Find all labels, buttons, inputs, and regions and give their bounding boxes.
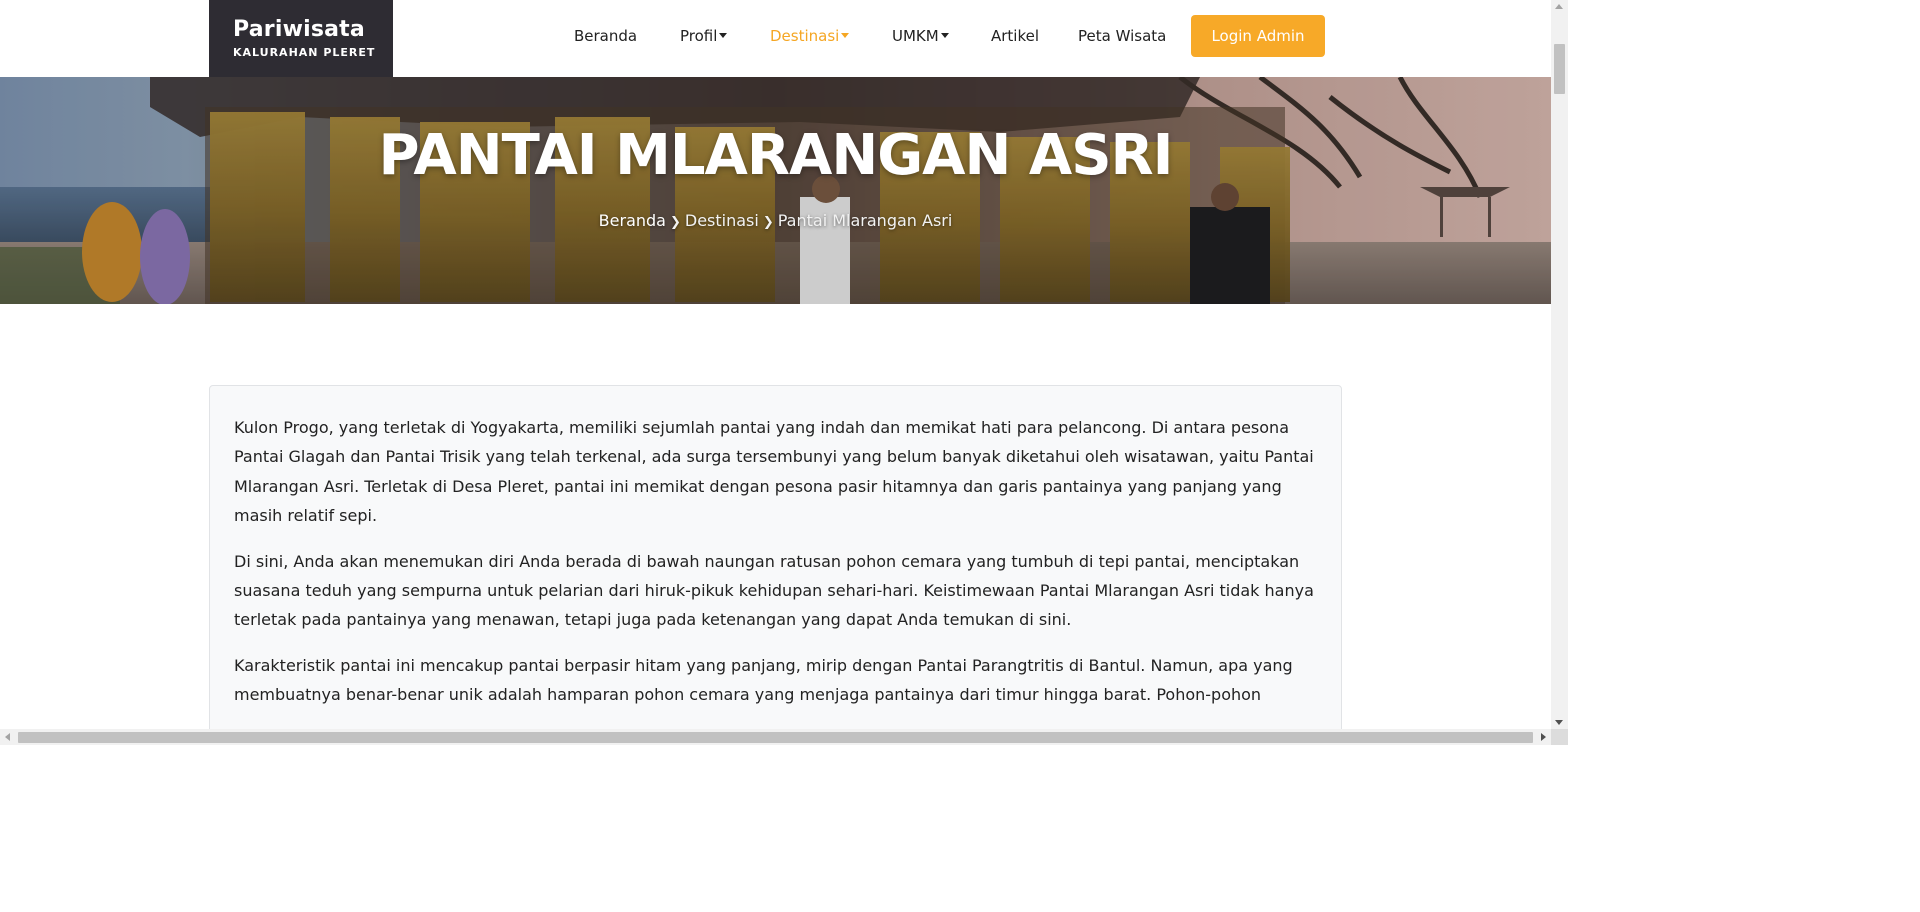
- nav-item-profil-label: Profil: [680, 27, 718, 45]
- nav-item-profil[interactable]: Profil: [680, 27, 728, 45]
- scrollbar-corner: [1551, 729, 1568, 745]
- chevron-right-icon: ❯: [762, 215, 774, 230]
- scroll-left-arrow-icon[interactable]: [5, 733, 10, 741]
- nav-item-peta-wisata[interactable]: Peta Wisata: [1078, 27, 1166, 45]
- hero-background-image: [0, 77, 1551, 304]
- hero-banner: PANTAI MLARANGAN ASRI Beranda ❯ Destinasi ❯…: [0, 77, 1551, 304]
- content-card: Kulon Progo, yang terletak di Yogyakarta…: [209, 385, 1342, 729]
- brand-title: Pariwisata: [233, 17, 365, 42]
- horizontal-scroll-thumb[interactable]: [18, 732, 1533, 743]
- chevron-right-icon: ❯: [669, 215, 681, 230]
- page-title: PANTAI MLARANGAN ASRI: [378, 123, 1173, 188]
- breadcrumb-home[interactable]: Beranda: [599, 211, 666, 230]
- vertical-scrollbar[interactable]: [1551, 0, 1568, 729]
- breadcrumb-section[interactable]: Destinasi: [685, 211, 759, 230]
- brand-subtitle: KALURAHAN PLERET: [233, 46, 376, 59]
- chevron-down-icon: [940, 33, 949, 38]
- nav-item-umkm-label: UMKM: [892, 27, 939, 45]
- brand-logo[interactable]: Pariwisata KALURAHAN PLERET: [209, 0, 393, 77]
- scroll-down-arrow-icon[interactable]: [1555, 720, 1563, 725]
- nav-item-destinasi[interactable]: Destinasi: [770, 27, 850, 45]
- content-paragraph: Kulon Progo, yang terletak di Yogyakarta…: [234, 418, 1314, 526]
- chevron-down-icon: [719, 33, 728, 38]
- nav-item-artikel[interactable]: Artikel: [991, 27, 1039, 45]
- nav-item-umkm[interactable]: UMKM: [892, 27, 949, 45]
- scroll-right-arrow-icon[interactable]: [1541, 733, 1546, 741]
- login-admin-button[interactable]: Login Admin: [1191, 15, 1325, 57]
- nav-item-beranda[interactable]: Beranda: [574, 27, 637, 45]
- content-paragraph: Di sini, Anda akan menemukan diri Anda b…: [234, 551, 1314, 630]
- breadcrumb-current: Pantai Mlarangan Asri: [777, 211, 953, 230]
- content-paragraph: Karakteristik pantai ini mencakup pantai…: [234, 655, 1293, 705]
- horizontal-scrollbar[interactable]: [0, 729, 1551, 745]
- nav-item-destinasi-label: Destinasi: [770, 27, 840, 45]
- breadcrumb: Beranda ❯ Destinasi ❯ Pantai Mlarangan Asri: [0, 211, 1551, 230]
- chevron-down-icon: [841, 33, 850, 38]
- scroll-up-arrow-icon[interactable]: [1555, 4, 1563, 9]
- vertical-scroll-thumb[interactable]: [1554, 44, 1565, 94]
- page: Pariwisata KALURAHAN PLERET Beranda Prof…: [0, 0, 1551, 729]
- navbar: Pariwisata KALURAHAN PLERET Beranda Prof…: [0, 0, 1551, 77]
